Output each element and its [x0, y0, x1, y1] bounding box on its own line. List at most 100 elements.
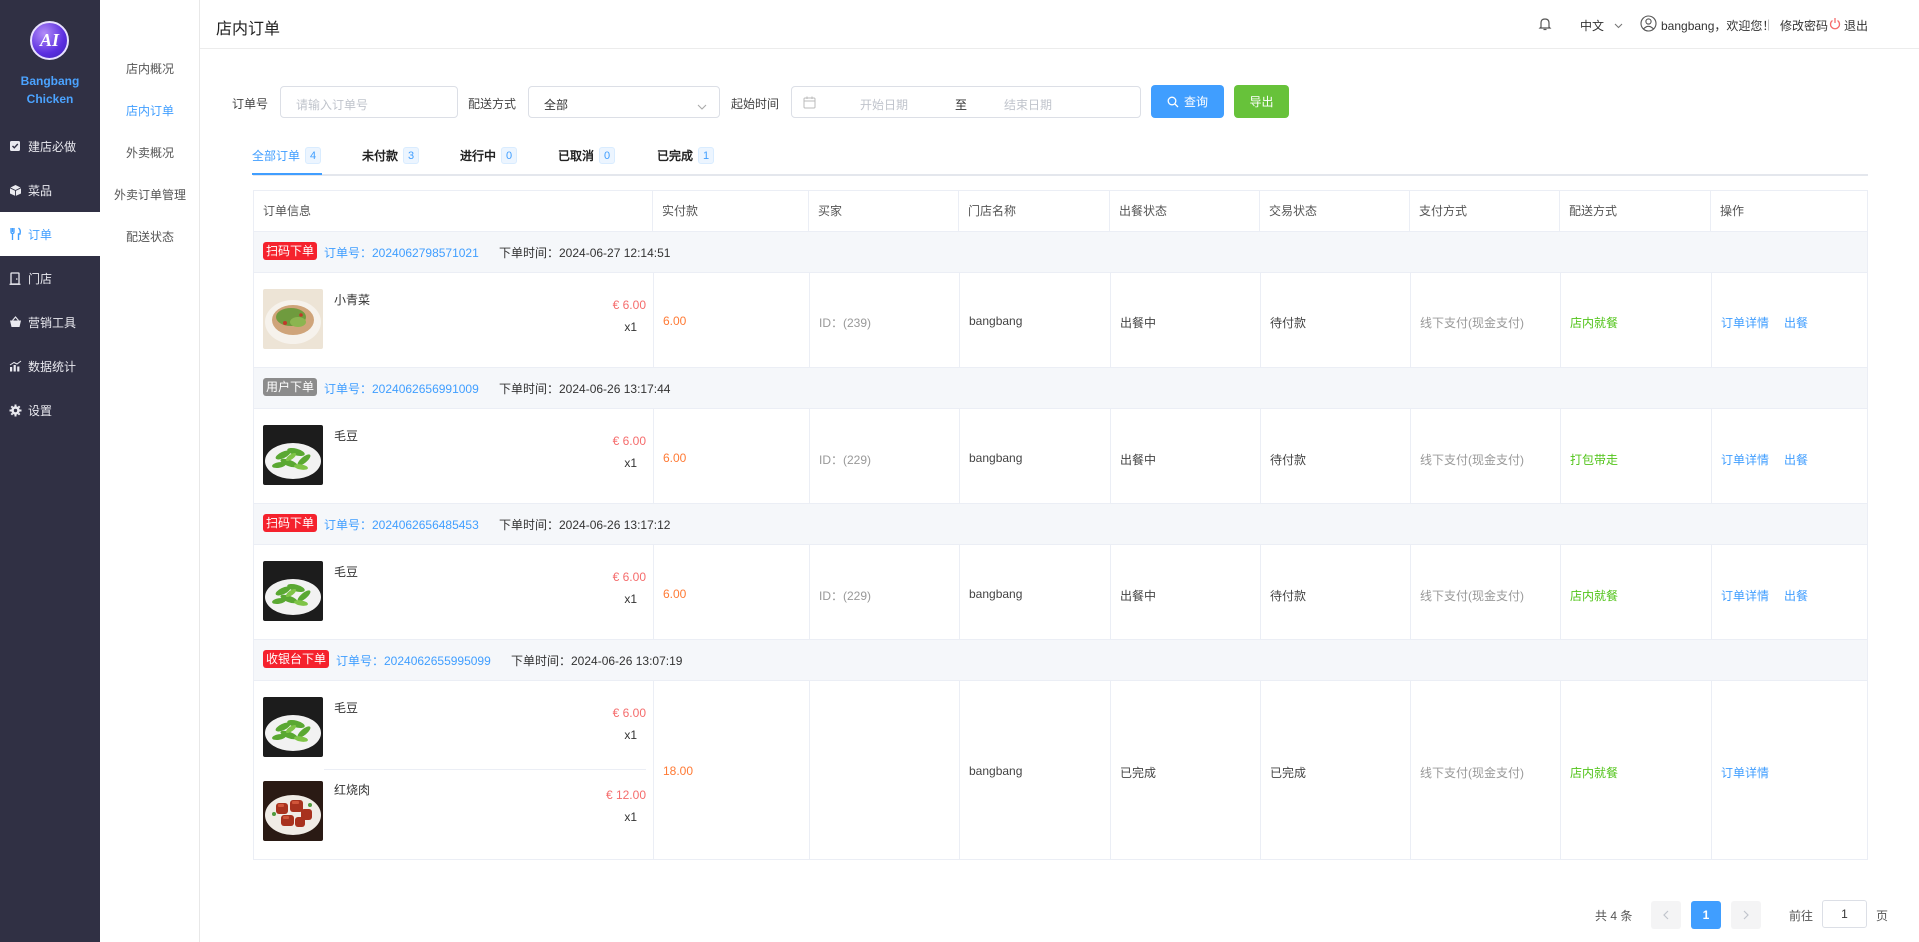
trade-status: 待付款	[1270, 316, 1307, 330]
divider	[1711, 544, 1712, 640]
order-number-link[interactable]: 订单号：2024062655995099	[336, 652, 491, 669]
end-date-placeholder[interactable]: 结束日期	[1004, 96, 1052, 113]
user-avatar-icon[interactable]	[1640, 15, 1657, 35]
order-detail-link[interactable]: 订单详情	[1721, 451, 1769, 468]
meal-status: 已完成	[1120, 766, 1157, 780]
trade-status: 待付款	[1270, 589, 1307, 603]
divider	[1410, 680, 1411, 859]
subnav-item-store-orders[interactable]: 店内订单	[100, 102, 200, 119]
serve-meal-link[interactable]: 出餐	[1784, 451, 1808, 468]
order-time: 下单时间：2024-06-26 13:07:19	[511, 654, 683, 668]
order-number-link[interactable]: 订单号：2024062656485453	[324, 516, 479, 533]
item-divider	[324, 769, 646, 770]
dish-quantity: x1	[624, 320, 637, 334]
column-header-store: 门店名称	[959, 191, 1110, 231]
column-header-actions: 操作	[1720, 204, 1745, 218]
prev-page-button[interactable]	[1651, 901, 1681, 929]
sidebar-item-orders[interactable]: 订单	[0, 212, 100, 256]
chevron-right-icon	[1743, 910, 1749, 920]
order-time: 下单时间：2024-06-26 13:17:44	[499, 382, 671, 396]
language-select[interactable]: 中文	[1580, 17, 1623, 34]
page-button-current[interactable]: 1	[1691, 901, 1721, 929]
goto-page-input[interactable]: 1	[1822, 900, 1867, 928]
meal-status: 出餐中	[1120, 589, 1157, 603]
order-detail-link[interactable]: 订单详情	[1721, 587, 1769, 604]
bell-icon[interactable]	[1537, 16, 1553, 35]
divider	[1110, 680, 1111, 859]
order-item: 毛豆 € 6.00 x1	[254, 697, 646, 757]
tab-cancelled[interactable]: 已取消 0	[558, 147, 616, 164]
paid-amount: 6.00	[663, 314, 687, 328]
payment-method: 线下支付(现金支付)	[1420, 589, 1524, 603]
search-button-label: 查询	[1183, 95, 1208, 109]
order-item: 小青菜 € 6.00 x1	[254, 289, 646, 349]
order-detail-link[interactable]: 订单详情	[1721, 314, 1769, 331]
sidebar-item-label: 营销工具	[28, 315, 77, 330]
trade-status: 已完成	[1270, 766, 1307, 780]
divider	[809, 408, 810, 504]
order-item: 毛豆 € 6.00 x1	[254, 425, 646, 485]
sidebar-item-dishes[interactable]: 菜品	[0, 168, 100, 212]
power-icon[interactable]	[1829, 17, 1841, 33]
tab-count-badge: 0	[501, 147, 518, 164]
column-header-payment: 支付方式	[1410, 191, 1560, 231]
next-page-button[interactable]	[1731, 901, 1761, 929]
divider	[653, 544, 654, 640]
sidebar-item-settings[interactable]: 设置	[0, 388, 100, 432]
subnav-item-takeout-orders[interactable]: 外卖订单管理	[100, 186, 200, 203]
sidebar: AI Bangbang Chicken 建店必做 菜品 订单 门店 营销工具 数…	[0, 0, 100, 942]
subnav-item-takeout-overview[interactable]: 外卖概况	[100, 144, 200, 161]
dish-price: € 6.00	[612, 298, 646, 312]
tab-count-badge: 4	[305, 147, 322, 164]
chart-icon	[8, 359, 22, 373]
divider	[959, 272, 960, 368]
order-detail-link[interactable]: 订单详情	[1721, 764, 1769, 781]
delivery-method-select[interactable]: 全部	[528, 86, 720, 118]
brand-logo[interactable]: AI Bangbang Chicken	[0, 0, 100, 113]
payment-method: 线下支付(现金支付)	[1420, 766, 1524, 780]
tab-completed[interactable]: 已完成 1	[657, 147, 715, 164]
sidebar-item-marketing[interactable]: 营销工具	[0, 300, 100, 344]
logout-link[interactable]: 退出	[1844, 17, 1868, 34]
trade-status: 待付款	[1270, 453, 1307, 467]
date-range-picker[interactable]: 开始日期 至 结束日期	[791, 86, 1141, 118]
sidebar-item-store[interactable]: 门店	[0, 256, 100, 300]
tab-all-orders[interactable]: 全部订单 4	[252, 147, 322, 164]
column-header-buyer: 买家	[809, 191, 959, 231]
sidebar-item-setup[interactable]: 建店必做	[0, 124, 100, 168]
column-header-paid: 实付款	[653, 191, 809, 231]
search-button[interactable]: 查询	[1151, 85, 1224, 118]
dish-quantity: x1	[624, 810, 637, 824]
serve-meal-link[interactable]: 出餐	[1784, 587, 1808, 604]
dish-quantity: x1	[624, 592, 637, 606]
chevron-down-icon	[1614, 18, 1623, 32]
divider	[254, 272, 1867, 273]
order-no-input[interactable]: 请输入订单号	[280, 86, 458, 118]
subnav-item-delivery-status[interactable]: 配送状态	[100, 228, 200, 245]
order-number-link[interactable]: 订单号：2024062798571021	[324, 244, 479, 261]
sidebar-item-statistics[interactable]: 数据统计	[0, 344, 100, 388]
delivery-method: 打包带走	[1570, 453, 1619, 467]
export-button[interactable]: 导出	[1234, 85, 1289, 118]
payment-method: 线下支付(现金支付)	[1420, 453, 1524, 467]
order-no-label: 订单号	[232, 97, 269, 111]
meal-status: 出餐中	[1120, 453, 1157, 467]
order-source-tag: 收银台下单	[263, 650, 330, 668]
divider	[959, 408, 960, 504]
order-number-link[interactable]: 订单号：2024062656991009	[324, 380, 479, 397]
divider	[959, 680, 960, 859]
subnav-item-store-overview[interactable]: 店内概况	[100, 60, 200, 77]
change-password-link[interactable]: 修改密码	[1780, 17, 1828, 34]
box-icon	[8, 183, 22, 197]
active-tab-indicator	[252, 173, 322, 175]
store-name: bangbang	[969, 314, 1023, 328]
pagination-total: 共 4 条	[1595, 909, 1633, 923]
serve-meal-link[interactable]: 出餐	[1784, 314, 1808, 331]
tab-unpaid[interactable]: 未付款 3	[362, 147, 420, 164]
start-date-placeholder[interactable]: 开始日期	[860, 96, 908, 113]
store-name: bangbang	[969, 587, 1023, 601]
tab-in-progress[interactable]: 进行中 0	[460, 147, 518, 164]
chevron-down-icon	[697, 99, 707, 113]
divider	[653, 680, 654, 859]
divider	[1260, 408, 1261, 504]
